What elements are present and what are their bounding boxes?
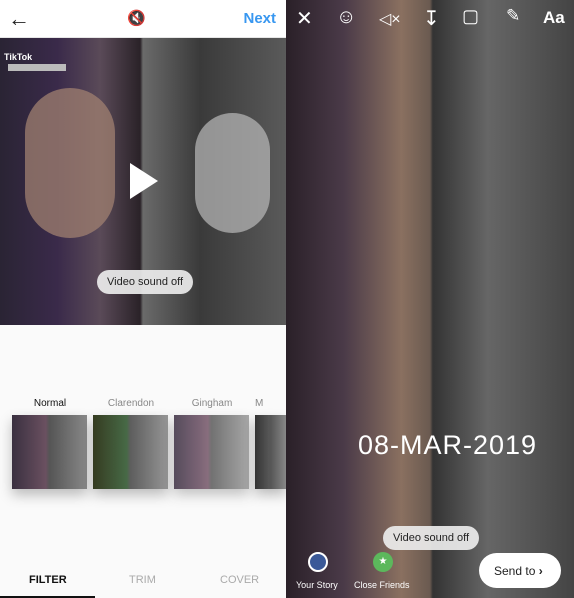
- story-editor-panel: ✕ ☺ ◁× ↧ ▢ ✎ Aa 08-MAR-2019 Video sound …: [286, 0, 574, 598]
- filter-thumb-clarendon[interactable]: [93, 415, 168, 489]
- post-editor-panel: ← 🔇 Next TikTok Video sound off Normal C…: [0, 0, 286, 598]
- filter-label-normal: Normal: [33, 398, 67, 409]
- date-sticker[interactable]: 08-MAR-2019: [358, 430, 537, 461]
- sound-off-toast: Video sound off: [97, 270, 194, 294]
- sound-off-toast: Video sound off: [383, 526, 480, 550]
- arrow-left-icon[interactable]: ←: [8, 6, 30, 32]
- chevron-right-icon: ›: [538, 564, 543, 578]
- video-person-left: [25, 88, 115, 238]
- video-preview[interactable]: TikTok Video sound off: [0, 38, 286, 325]
- speaker-muted-icon[interactable]: 🔇: [127, 9, 146, 27]
- close-friends-label[interactable]: Close Friends: [354, 580, 410, 590]
- your-story-label[interactable]: Your Story: [296, 580, 338, 590]
- tab-filter[interactable]: FILTER: [29, 574, 67, 586]
- send-to-label: Send to: [494, 564, 536, 578]
- star-icon[interactable]: ★: [373, 552, 393, 572]
- play-icon[interactable]: [130, 163, 158, 199]
- filter-thumb-gingham[interactable]: [174, 415, 249, 489]
- draw-icon[interactable]: ✎: [506, 6, 520, 26]
- header: ← 🔇 Next: [0, 0, 286, 38]
- mute-icon[interactable]: ◁×: [379, 9, 401, 29]
- username-redacted: [8, 64, 66, 71]
- your-story-avatar[interactable]: [308, 552, 328, 572]
- tab-trim[interactable]: TRIM: [129, 574, 156, 586]
- send-to-button[interactable]: Send to ›: [479, 553, 561, 588]
- tab-cover[interactable]: COVER: [220, 574, 259, 586]
- tiktok-watermark: TikTok: [4, 52, 33, 62]
- filter-label-next: M: [255, 398, 264, 409]
- filter-label-gingham: Gingham: [191, 398, 233, 409]
- filter-thumb-next[interactable]: [255, 415, 286, 489]
- close-icon[interactable]: ✕: [296, 6, 313, 31]
- next-button[interactable]: Next: [243, 10, 276, 27]
- download-icon[interactable]: ↧: [423, 6, 440, 31]
- face-effects-icon[interactable]: ☺: [336, 6, 356, 29]
- filter-label-clarendon: Clarendon: [107, 398, 155, 409]
- video-person-right: [195, 113, 270, 233]
- sticker-icon[interactable]: ▢: [462, 6, 479, 27]
- text-tool-button[interactable]: Aa: [543, 8, 565, 28]
- filter-thumb-normal[interactable]: [12, 415, 87, 489]
